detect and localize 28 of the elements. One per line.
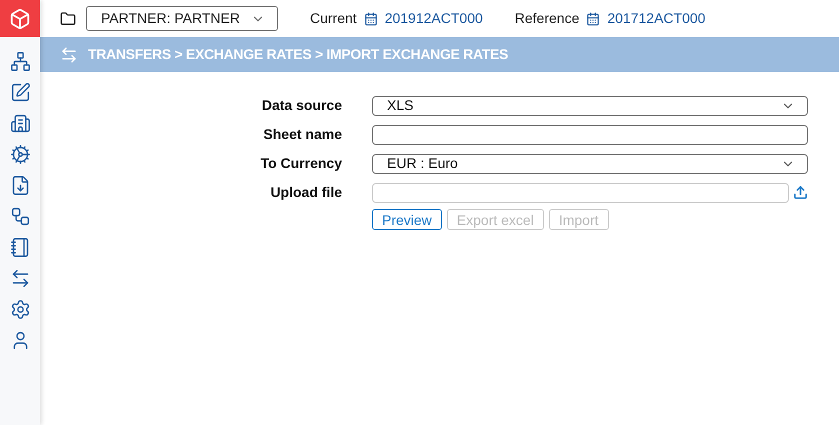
building-icon[interactable] [10,113,30,134]
field-label: Data source [260,96,342,115]
calendar-icon[interactable] [586,12,600,26]
app-logo[interactable] [0,0,40,37]
period-value: 201912ACT000 [384,9,483,28]
upload-icon[interactable] [793,185,808,200]
input-field[interactable] [372,124,808,144]
field-label: Upload file [269,183,342,202]
period-value: 201712ACT000 [607,9,706,28]
period-label: Reference [514,9,580,28]
select-field[interactable]: XLS [372,96,808,116]
notebook-icon[interactable] [10,237,30,258]
gear-icon[interactable] [10,144,30,165]
transfer-icon [60,46,78,64]
folder-icon[interactable] [60,10,76,26]
period-label: Current [310,9,357,28]
hierarchy-icon[interactable] [10,51,30,72]
cube-icon [9,8,31,30]
file-field[interactable] [372,182,789,202]
breadcrumb: TRANSFERS > EXCHANGE RATES > IMPORT EXCHANGE RATES [88,45,508,64]
select-field[interactable]: EUR : Euro [372,154,808,174]
field-label: To Currency [260,154,342,173]
edit-icon[interactable] [10,82,30,103]
action-button[interactable]: Preview [372,209,442,230]
calendar-icon[interactable] [364,12,378,26]
partner-select[interactable]: PARTNER: PARTNER [86,6,278,31]
field-label: Sheet name [262,125,342,144]
settings-icon[interactable] [10,299,30,320]
